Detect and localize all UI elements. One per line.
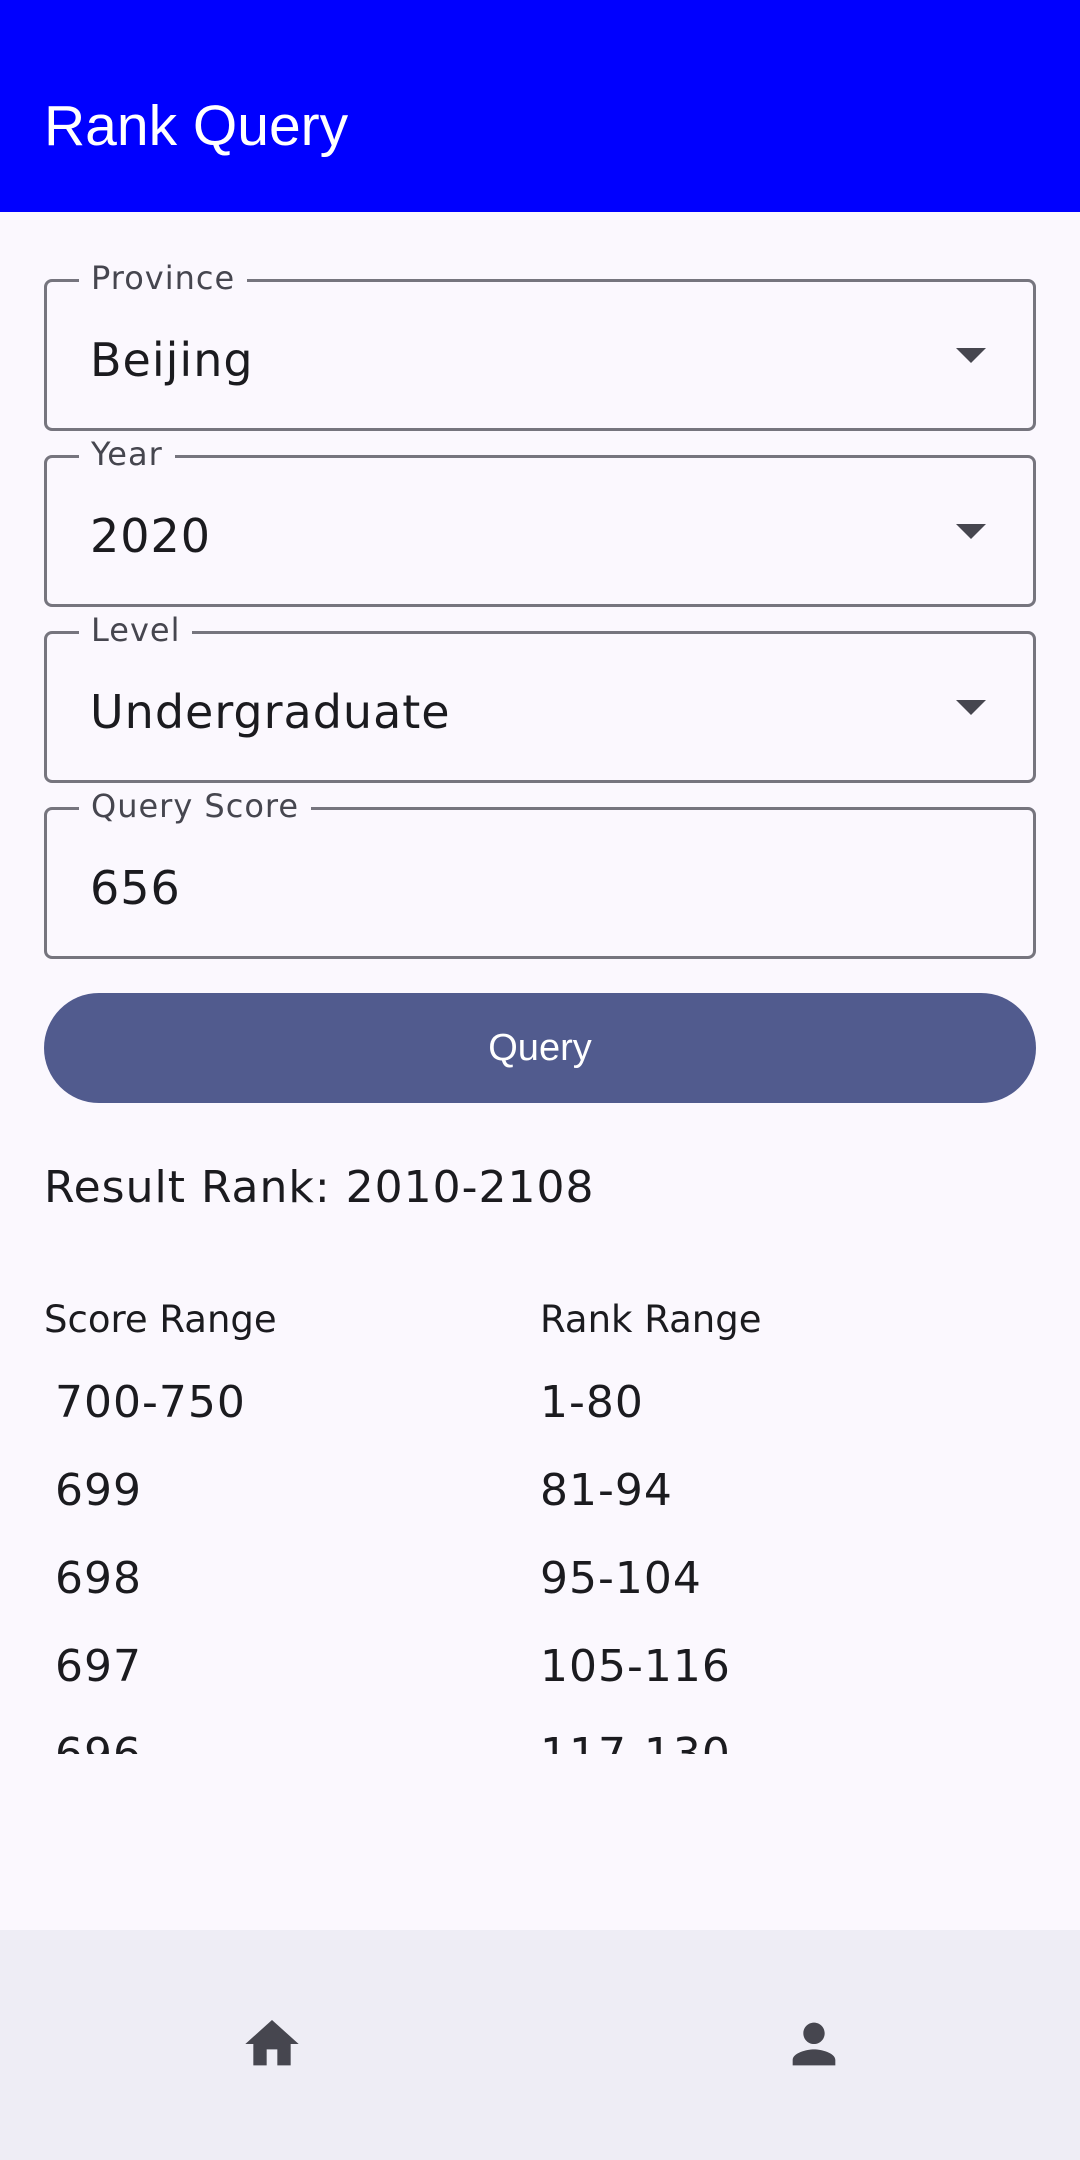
score-cell: 698 (55, 1553, 142, 1604)
nav-profile[interactable] (540, 1930, 1080, 2160)
query-button[interactable]: Query (44, 993, 1036, 1103)
dropdown-arrow-icon (956, 700, 986, 715)
table-row: 700-750 1-80 (0, 1370, 1080, 1458)
rank-cell: 81-94 (540, 1465, 673, 1516)
score-range-header: Score Range (44, 1298, 277, 1341)
table-row: 696 117-130 (0, 1722, 1080, 1754)
page-title: Rank Query (44, 94, 349, 158)
query-score-label: Query Score (79, 786, 312, 826)
province-label: Province (79, 258, 248, 298)
rank-cell: 105-116 (540, 1641, 731, 1692)
result-rank: Result Rank: 2010-2108 (44, 1162, 595, 1213)
dropdown-arrow-icon (956, 348, 986, 363)
rank-cell: 95-104 (540, 1553, 702, 1604)
person-icon (792, 2022, 836, 2066)
rank-cell: 1-80 (540, 1377, 644, 1428)
year-dropdown[interactable]: Year 2020 (44, 434, 1036, 607)
home-icon (245, 2020, 299, 2066)
level-value: Undergraduate (90, 685, 451, 739)
table-row: 698 95-104 (0, 1546, 1080, 1634)
rank-table[interactable]: 700-750 1-80 699 81-94 698 95-104 697 10… (0, 1370, 1080, 1754)
year-label: Year (79, 434, 175, 474)
province-dropdown[interactable]: Province Beijing (44, 258, 1036, 431)
level-label: Level (79, 610, 193, 650)
year-value: 2020 (90, 509, 212, 563)
table-row: 697 105-116 (0, 1634, 1080, 1722)
bottom-nav (0, 1930, 1080, 2160)
dropdown-arrow-icon (956, 524, 986, 539)
nav-home[interactable] (0, 1930, 540, 2160)
score-cell: 699 (55, 1465, 142, 1516)
level-dropdown[interactable]: Level Undergraduate (44, 610, 1036, 783)
score-cell: 700-750 (55, 1377, 246, 1428)
table-row: 699 81-94 (0, 1458, 1080, 1546)
app-bar: Rank Query (0, 0, 1080, 212)
query-score-input[interactable]: Query Score 656 (44, 786, 1036, 959)
score-cell: 697 (55, 1641, 142, 1692)
score-cell: 696 (55, 1722, 142, 1754)
query-score-value[interactable]: 656 (90, 860, 181, 916)
province-value: Beijing (90, 333, 254, 387)
rank-cell: 117-130 (540, 1722, 731, 1754)
rank-range-header: Rank Range (540, 1298, 762, 1341)
